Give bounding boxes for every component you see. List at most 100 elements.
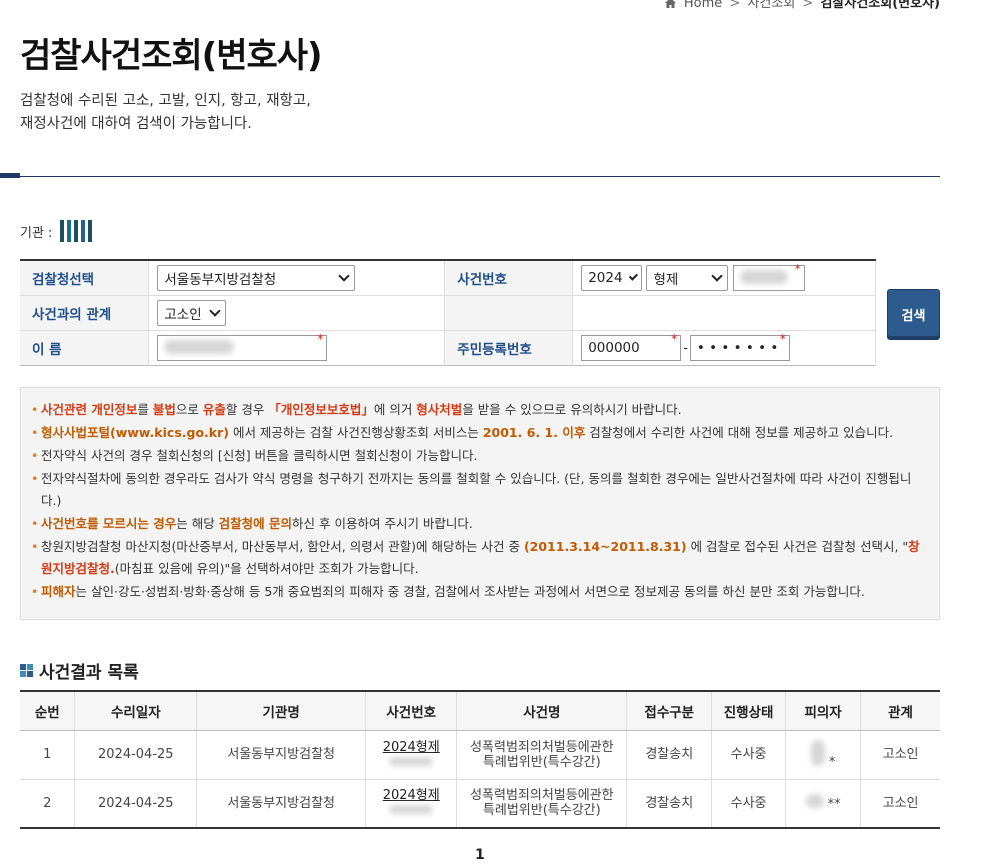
results-header: 사건결과 목록 (20, 658, 139, 683)
row-date: 2024-04-25 (74, 779, 198, 829)
notice-text: 검찰청에서 수리한 사건에 대해 정보를 제공하고 있습니다. (585, 425, 894, 440)
rrn-front-value: 000000 (588, 339, 640, 356)
notice-text: 을 받을 수 있으므로 유의하시기 바랍니다. (462, 402, 682, 417)
row-intake: 경찰송치 (626, 779, 713, 829)
case-type-select[interactable]: 형제 (646, 264, 729, 291)
notice-highlight: (2011.3.14~2011.8.31) (523, 539, 687, 554)
search-button[interactable]: 검색 (887, 289, 940, 340)
notice-text: 에서 제공하는 검찰 사건진행상황조회 서비스는 (228, 425, 483, 440)
notice-text: 하신 후 이용하여 주시기 바랍니다. (292, 516, 473, 531)
column-header: 순번 (20, 691, 76, 731)
results-header-row: 순번 수리일자 기관명 사건번호 사건명 접수구분 진행상태 피의자 관계 (20, 691, 940, 731)
case-year-value: 2024 (588, 269, 623, 286)
redacted-suspect (805, 794, 824, 809)
redacted-suspect (810, 739, 825, 766)
row-relation: 고소인 (860, 779, 940, 829)
notice-text: 으로 (175, 402, 203, 417)
row-suspect: ** (785, 779, 862, 829)
row-suspect: * (785, 730, 862, 780)
search-table: 검찰청선택 서울동부지방검찰청 사건번호 2024 형제 * 사건과의 관계 고… (20, 259, 876, 366)
case-name-line-1: 성폭력범죄의처벌등에관한 (470, 739, 614, 755)
rrn-dash: - (683, 340, 688, 356)
suspect-mask: * (828, 754, 836, 770)
name-input[interactable]: * (157, 331, 328, 361)
row-case-number[interactable]: 2024형제 (365, 779, 458, 829)
breadcrumb-separator: > (729, 0, 741, 11)
notice-highlight: 「개인정보보호법」 (268, 402, 374, 417)
intro-line-2: 재정사건에 대하여 검색이 가능합니다. (20, 116, 252, 132)
column-header: 피의자 (785, 691, 862, 731)
notice-highlight: 사건관련 (41, 402, 92, 417)
required-mark: * (317, 331, 324, 346)
chevron-down-icon (209, 304, 222, 317)
notice-text: 는 살인·강도·성범죄·방화·중상해 등 5개 중요범죄의 피해자 중 경찰, … (75, 584, 865, 599)
intro-line-1: 검찰청에 수리된 고소, 고발, 인지, 항고, 재항고, (20, 93, 311, 109)
table-row[interactable]: 2 2024-04-25 서울동부지방검찰청 2024형제 성폭력범죄의처벌등에… (20, 779, 940, 829)
home-icon[interactable] (664, 0, 676, 8)
title-divider (0, 176, 940, 177)
column-header: 기관명 (196, 691, 367, 731)
column-header: 진행상태 (711, 691, 787, 731)
row-date: 2024-04-25 (74, 730, 198, 780)
notice-text: 전자약식 사건의 경우 철회신청의 [신청] 버튼을 클릭하시면 철회신청이 가… (41, 448, 478, 463)
page-intro: 검찰청에 수리된 고소, 고발, 인지, 항고, 재항고, 재정사건에 대하여 … (20, 90, 311, 136)
page-link-current[interactable]: 1 (475, 847, 485, 863)
notice-highlight: 사건번호를 모르시는 경우 (41, 516, 177, 531)
notice-box: 사건관련 개인정보를 불법으로 유출할 경우 「개인정보보호법」에 의거 형사처… (20, 387, 940, 620)
relation-select[interactable]: 고소인 (157, 299, 227, 326)
row-intake: 경찰송치 (626, 730, 713, 780)
notice-text: 를 (137, 402, 153, 417)
office-select[interactable]: 서울동부지방검찰청 (157, 264, 356, 291)
breadcrumb-separator: > (802, 0, 814, 11)
rrn-label: 주민등록번호 (444, 330, 574, 365)
notice-item: 피해자는 살인·강도·성범죄·방화·중상해 등 5개 중요범죄의 피해자 중 경… (31, 581, 929, 603)
breadcrumb: Home > 사건조회 > 검찰사건조회(변호사) (664, 0, 940, 11)
table-row[interactable]: 1 2024-04-25 서울동부지방검찰청 2024형제 성폭력범죄의처벌등에… (20, 730, 940, 780)
results-title: 사건결과 목록 (39, 663, 139, 683)
agency-logo-icon (60, 220, 93, 242)
case-number-link[interactable]: 2024형제 (366, 788, 456, 803)
notice-item: 창원지방검찰청 마산지청(마산중부서, 마산동부서, 함안서, 의령서 관할)에… (31, 536, 929, 580)
required-mark: * (671, 331, 678, 346)
relation-select-value: 고소인 (164, 306, 202, 323)
chevron-down-icon (338, 270, 351, 282)
case-number-input[interactable]: * (732, 262, 805, 291)
breadcrumb-level1[interactable]: 사건조회 (747, 0, 795, 11)
notice-highlight: 형사사법포털(www.kics.go.kr) (41, 425, 229, 440)
page-title: 검찰사건조회(변호사) (20, 36, 323, 76)
name-label: 이 름 (20, 330, 150, 365)
notice-text: 전자약식절차에 동의한 경우라도 검사가 약식 명령을 청구하기 전까지는 동의… (41, 471, 912, 508)
squares-icon (20, 664, 33, 677)
notice-highlight: 검찰청에 문의 (218, 516, 293, 531)
row-number: 2 (20, 779, 76, 829)
breadcrumb-home[interactable]: Home (684, 0, 722, 11)
case-year-select[interactable]: 2024 (581, 264, 643, 291)
row-case-name: 성폭력범죄의처벌등에관한 특례법위반(특수강간) (456, 730, 628, 780)
row-status: 수사중 (711, 779, 787, 829)
agency-row: 기관 : (20, 220, 93, 242)
case-type-value: 형제 (653, 271, 679, 288)
row-status: 수사중 (711, 730, 787, 780)
notice-highlight: 유출 (202, 402, 226, 417)
notice-text: 에 의거 (373, 402, 417, 417)
rrn-back-input[interactable]: • • • • • • • * (689, 332, 790, 361)
row-case-name: 성폭력범죄의처벌등에관한 특례법위반(특수강간) (456, 779, 628, 829)
notice-text: 는 해당 (176, 516, 219, 531)
case-name-line-2: 특례법위반(특수강간) (482, 754, 601, 770)
search-form: 검찰청선택 서울동부지방검찰청 사건번호 2024 형제 * 사건과의 관계 고… (20, 259, 940, 367)
rrn-front-input[interactable]: 000000 * (581, 331, 682, 361)
redacted-case-number (389, 756, 434, 766)
row-case-number[interactable]: 2024형제 (365, 730, 458, 780)
case-number-link[interactable]: 2024형제 (366, 740, 456, 755)
notice-list: 사건관련 개인정보를 불법으로 유출할 경우 「개인정보보호법」에 의거 형사처… (31, 399, 929, 603)
column-header: 관계 (860, 691, 940, 731)
results-table: 순번 수리일자 기관명 사건번호 사건명 접수구분 진행상태 피의자 관계 1 … (20, 690, 940, 829)
notice-text: (마침표 있음에 유의)"을 선택하셔야만 조회가 가능합니다. (114, 561, 419, 576)
redacted-case-number (389, 805, 434, 815)
case-name-line-1: 성폭력범죄의처벌등에관한 (470, 788, 614, 804)
notice-item: 전자약식절차에 동의한 경우라도 검사가 약식 명령을 청구하기 전까지는 동의… (31, 468, 929, 512)
chevron-down-icon (711, 270, 724, 282)
office-select-value: 서울동부지방검찰청 (164, 271, 277, 288)
column-header: 접수구분 (626, 691, 713, 731)
case-name-line-2: 특례법위반(특수강간) (482, 803, 601, 819)
